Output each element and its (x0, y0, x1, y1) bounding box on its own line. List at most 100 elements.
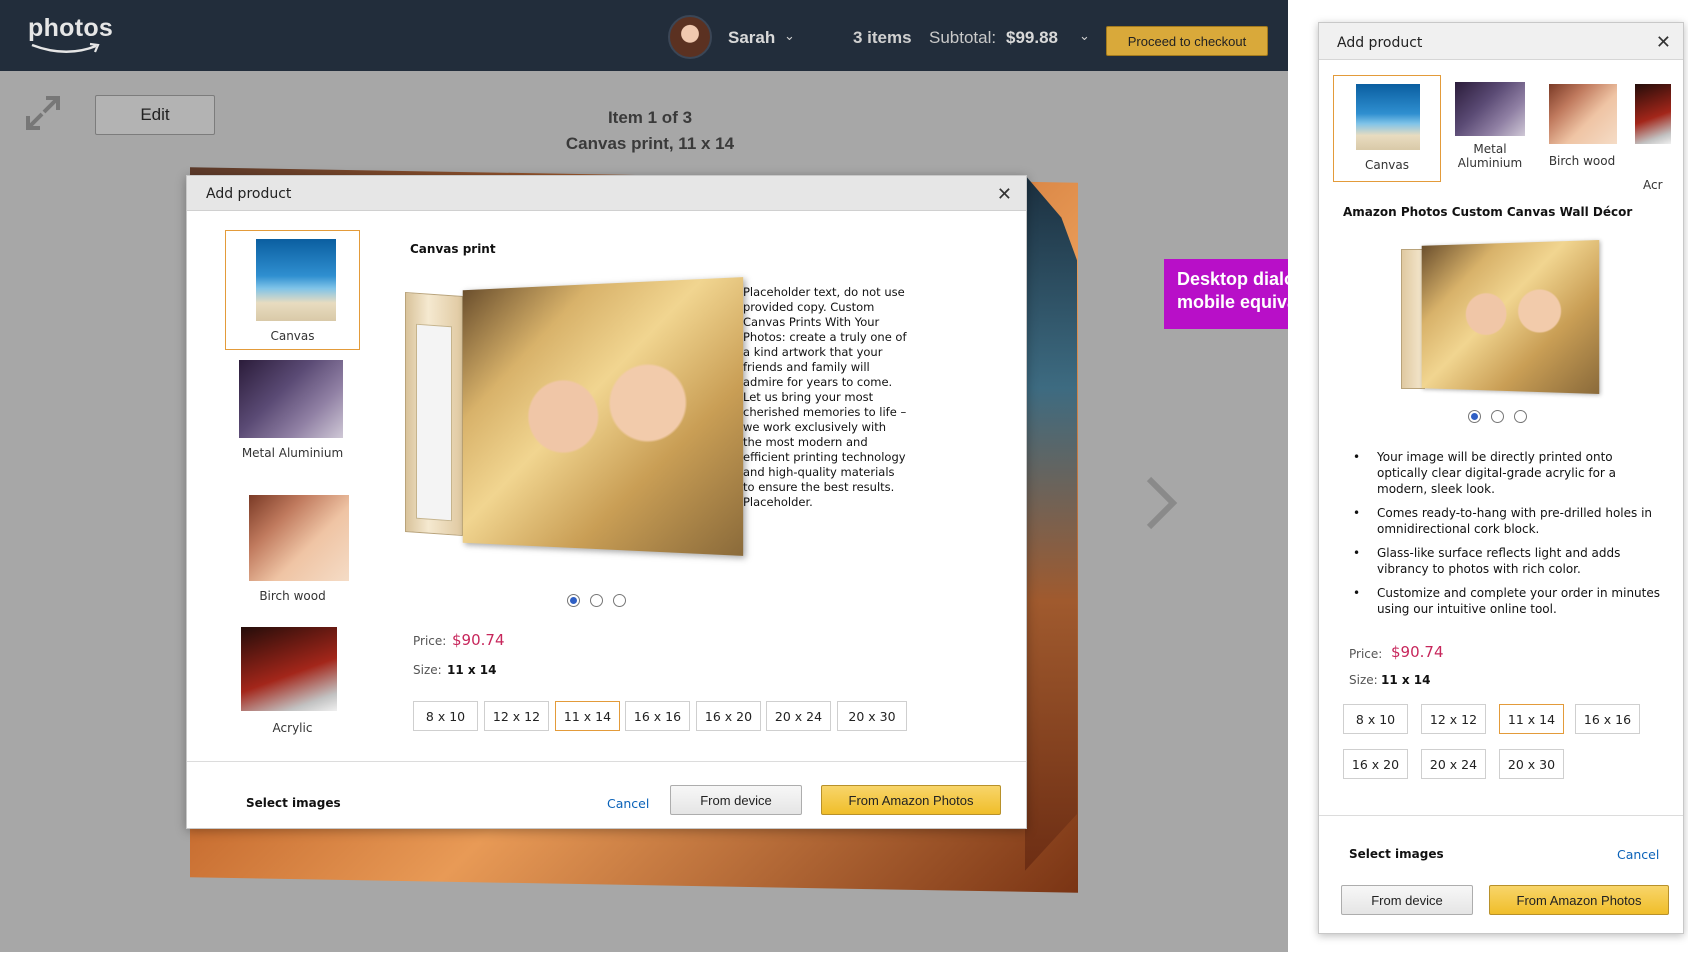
screen: photos Sarah ⌄ 3 items Subtotal: $99.88 … (0, 0, 1688, 966)
size-option-11x14[interactable]: 11 x 14 (1499, 704, 1564, 734)
from-amazon-photos-button[interactable]: From Amazon Photos (1489, 885, 1669, 915)
metal-thumbnail (1455, 82, 1525, 136)
size-label: Size: (413, 663, 442, 677)
chevron-down-icon[interactable]: ⌄ (1079, 29, 1090, 44)
dialog-divider (187, 761, 1026, 762)
size-label: Size: (1349, 673, 1378, 687)
chevron-right-icon[interactable] (1141, 475, 1181, 531)
dialog-title: Add product (206, 186, 292, 202)
canvas-photo (462, 277, 744, 556)
feature-list: Your image will be directly printed onto… (1347, 449, 1663, 625)
carousel-dots (567, 594, 626, 607)
size-value: 11 x 14 (1381, 673, 1431, 687)
top-nav-bar: photos Sarah ⌄ 3 items Subtotal: $99.88 … (0, 0, 1288, 71)
birch-thumbnail (1549, 84, 1617, 144)
avatar[interactable] (668, 15, 712, 59)
product-option-canvas[interactable]: Canvas (225, 230, 360, 350)
canvas-frame-back (405, 291, 463, 537)
price-label: Price: (1349, 647, 1383, 661)
carousel-dot[interactable] (567, 594, 580, 607)
expand-arrows-icon[interactable] (24, 94, 62, 132)
mobile-add-product-dialog: Add product ✕ Canvas Metal Aluminium Bir… (1318, 22, 1684, 934)
size-option-8x10[interactable]: 8 x 10 (1343, 704, 1408, 734)
photos-logo[interactable]: photos (28, 14, 113, 43)
price-value: $90.74 (1391, 643, 1444, 661)
product-section-title: Canvas print (410, 242, 496, 256)
proceed-to-checkout-button[interactable]: Proceed to checkout (1106, 26, 1268, 56)
product-option-label: Metal Aluminium (1457, 142, 1523, 170)
annotation-callout: Desktop dialogs and mobile equivalents (1164, 259, 1288, 329)
dialog-header: Add product ✕ (1319, 23, 1683, 60)
canvas-photo (1421, 239, 1600, 395)
size-option-16x16[interactable]: 16 x 16 (1575, 704, 1640, 734)
list-item: Comes ready-to-hang with pre-drilled hol… (1347, 505, 1663, 537)
product-title: Amazon Photos Custom Canvas Wall Décor (1343, 205, 1633, 219)
size-option-8x10[interactable]: 8 x 10 (413, 701, 478, 731)
select-images-label: Select images (1349, 847, 1444, 861)
size-option-11x14[interactable]: 11 x 14 (555, 701, 620, 731)
list-item: Your image will be directly printed onto… (1347, 449, 1663, 497)
edit-button[interactable]: Edit (95, 95, 215, 135)
add-product-dialog: Add product ✕ Canvas Metal Aluminium Bir… (186, 175, 1027, 829)
cancel-link[interactable]: Cancel (1617, 847, 1659, 862)
item-counter: Item 1 of 3 (607, 108, 693, 127)
product-option-label: Acrylic (272, 721, 313, 735)
acrylic-thumbnail (1635, 84, 1671, 144)
list-item: Glass-like surface reflects light and ad… (1347, 545, 1663, 577)
carousel-dot[interactable] (1514, 410, 1527, 423)
product-option-acrylic[interactable]: Acr (1631, 80, 1671, 192)
product-option-label: Canvas (270, 329, 315, 343)
product-hero-image (405, 277, 744, 556)
size-option-16x16[interactable]: 16 x 16 (625, 701, 690, 731)
select-images-label: Select images (246, 796, 341, 810)
carousel-dot[interactable] (1468, 410, 1481, 423)
amazon-smile-icon (31, 42, 100, 53)
size-value: 11 x 14 (447, 663, 497, 677)
from-amazon-photos-button[interactable]: From Amazon Photos (821, 785, 1001, 815)
close-icon[interactable]: ✕ (1656, 32, 1671, 53)
size-option-12x12[interactable]: 12 x 12 (1421, 704, 1486, 734)
size-option-12x12[interactable]: 12 x 12 (484, 701, 549, 731)
canvas-thumbnail (1356, 84, 1420, 150)
product-description: Placeholder text, do not use provided co… (743, 285, 907, 509)
user-name[interactable]: Sarah (728, 28, 775, 48)
subtotal-value[interactable]: $99.88 (1006, 28, 1058, 48)
cancel-link[interactable]: Cancel (607, 796, 649, 811)
size-option-20x30[interactable]: 20 x 30 (837, 701, 907, 731)
size-option-16x20[interactable]: 16 x 20 (1343, 749, 1408, 779)
chevron-down-icon[interactable]: ⌄ (784, 29, 795, 44)
carousel-dot[interactable] (1491, 410, 1504, 423)
from-device-button[interactable]: From device (1341, 885, 1473, 915)
product-option-metal-aluminium[interactable]: Metal Aluminium (1445, 80, 1535, 185)
metal-thumbnail (239, 360, 343, 438)
carousel-dot[interactable] (613, 594, 626, 607)
size-option-20x24[interactable]: 20 x 24 (1421, 749, 1486, 779)
size-option-16x20[interactable]: 16 x 20 (696, 701, 761, 731)
dialog-title: Add product (1337, 35, 1423, 51)
birch-thumbnail (249, 495, 349, 581)
product-option-metal-aluminium[interactable]: Metal Aluminium (225, 356, 360, 461)
close-icon[interactable]: ✕ (997, 184, 1012, 205)
from-device-button[interactable]: From device (670, 785, 802, 815)
product-option-label: Canvas (1364, 158, 1410, 172)
canvas-thumbnail (256, 239, 336, 321)
product-option-birch-wood[interactable]: Birch wood (1537, 80, 1627, 172)
size-option-20x24[interactable]: 20 x 24 (766, 701, 831, 731)
acrylic-thumbnail (241, 627, 337, 711)
product-option-label: Metal Aluminium (241, 446, 344, 460)
list-item: Customize and complete your order in min… (1347, 585, 1663, 617)
cart-items-count[interactable]: 3 items (853, 28, 912, 48)
canvas-preview-side (1025, 175, 1077, 871)
price-value: $90.74 (452, 631, 505, 649)
subtotal-label: Subtotal: (929, 28, 997, 47)
product-option-canvas[interactable]: Canvas (1333, 75, 1441, 182)
product-option-acrylic[interactable]: Acrylic (225, 621, 360, 736)
dialog-divider (1319, 815, 1683, 816)
price-label: Price: (413, 634, 447, 648)
desktop-view: photos Sarah ⌄ 3 items Subtotal: $99.88 … (0, 0, 1288, 952)
dialog-header: Add product ✕ (187, 176, 1026, 211)
product-option-label: Birch wood (259, 589, 326, 603)
product-option-birch-wood[interactable]: Birch wood (225, 489, 360, 604)
size-option-20x30[interactable]: 20 x 30 (1499, 749, 1564, 779)
carousel-dot[interactable] (590, 594, 603, 607)
